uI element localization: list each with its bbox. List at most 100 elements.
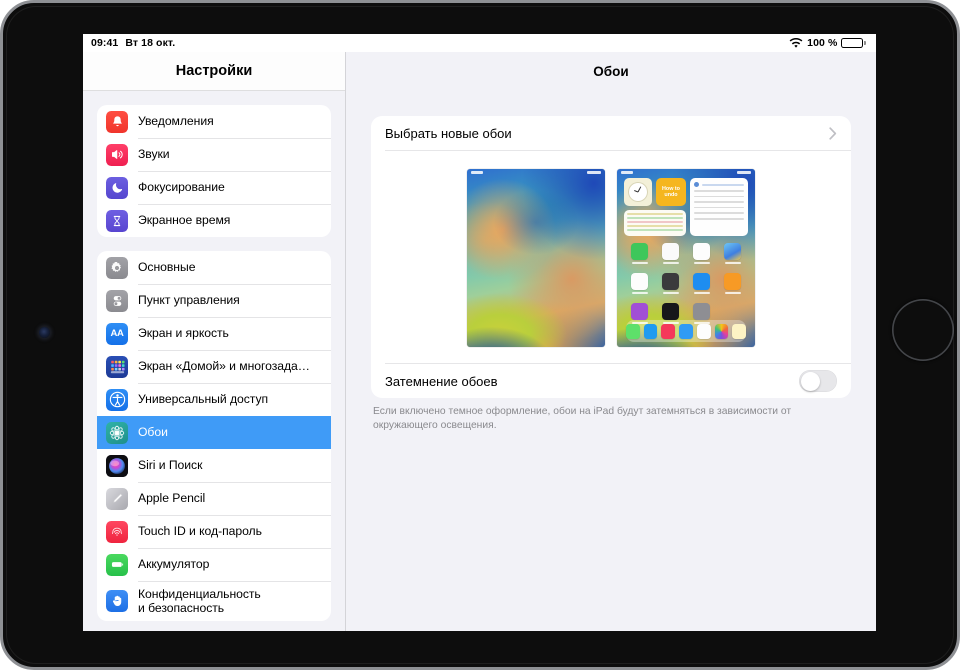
sidebar-item-label: Пункт управления [138,293,240,307]
sidebar-item-display-brightness-aa[interactable]: AA Экран и яркость [97,317,331,350]
wallpaper-detail-pane: Обои Выбрать новые обои [346,52,876,631]
dock [626,320,746,342]
battery-full-icon [841,38,866,48]
tips-widget: How to undo [656,178,686,206]
status-date: Вт 18 окт. [125,37,175,49]
files-app-icon [662,243,679,260]
accessibility-icon [106,389,128,411]
podcasts-app-icon [631,303,648,320]
sidebar-group: Уведомления Звуки Фокусирование Экранное вр… [97,105,331,237]
home-screen-mock: How to undo [617,169,755,347]
choose-new-wallpaper-label: Выбрать новые обои [385,126,512,141]
messages-app-icon [626,324,640,339]
sidebar-item-home-screen-grid[interactable]: Экран «Домой» и многозада… [97,350,331,383]
sidebar-item-notifications-bell[interactable]: Уведомления [97,105,331,138]
toggle-knob [801,372,820,391]
general-gear-icon [106,257,128,279]
sidebar-item-label: Уведомления [138,114,214,128]
screen-time-hourglass-icon [106,210,128,232]
sidebar-item-apple-pencil[interactable]: Apple Pencil [97,482,331,515]
mail-app-icon [679,324,693,339]
sidebar-item-privacy-hand[interactable]: Конфиденциальность и безопасность [97,581,331,621]
wallpaper-previews: How to undo [371,151,851,363]
notes-widget [624,210,686,236]
ipad-screen: 09:41 Вт 18 окт. 100 % [83,34,876,631]
sidebar-item-label: Звуки [138,147,170,161]
calendar-app-icon [697,324,711,339]
choose-new-wallpaper-row[interactable]: Выбрать новые обои [371,116,851,150]
sidebar-item-battery[interactable]: Аккумулятор [97,548,331,581]
battery-percent-label: 100 % [807,37,837,49]
front-camera-icon [39,327,50,338]
camera-app-icon [662,273,679,290]
home-button[interactable] [892,299,954,361]
settings-app-icon [693,303,710,320]
display-brightness-aa-icon: AA [106,323,128,345]
tips-widget-text: How to undo [658,186,684,198]
sidebar-item-screen-time-hourglass[interactable]: Экранное время [97,204,331,237]
wifi-icon [789,38,803,49]
sidebar-item-label: Основные [138,260,195,274]
lock-wallpaper-image [467,169,605,347]
dark-wallpaper-toggle[interactable] [799,370,837,392]
sidebar-item-label: Экранное время [138,213,230,227]
ipad-device-frame: 09:41 Вт 18 окт. 100 % [0,0,960,670]
split-view: Настройки Уведомления Звуки Фокусирование Э… [83,52,876,631]
maps-app-icon [724,243,741,260]
clock-widget [624,178,652,206]
sidebar-item-accessibility[interactable]: Универсальный доступ [97,383,331,416]
lock-screen-wallpaper-preview[interactable] [467,169,605,347]
sidebar-item-label: Apple Pencil [138,491,205,505]
status-time: 09:41 [91,37,118,49]
sounds-speaker-icon [106,144,128,166]
widget-row: How to undo [624,178,748,236]
sidebar-item-label: Универсальный доступ [138,392,268,406]
settings-sidebar: Настройки Уведомления Звуки Фокусирование Э… [83,52,346,631]
sidebar-item-label: Экран «Домой» и многозада… [138,359,310,373]
notes-app-icon [732,324,746,339]
sidebar-item-label: Touch ID и код-пароль [138,524,262,538]
chevron-right-icon [829,127,837,140]
battery-icon [106,554,128,576]
focus-moon-icon [106,177,128,199]
sidebar-item-control-center-toggles[interactable]: Пункт управления [97,284,331,317]
status-bar: 09:41 Вт 18 окт. 100 % [83,34,876,52]
privacy-hand-icon [106,590,128,612]
preview-status-bar [467,171,605,177]
apple-pencil-icon [106,488,128,510]
notifications-bell-icon [106,111,128,133]
home-screen-grid-icon [106,356,128,378]
sidebar-item-label: Экран и яркость [138,326,229,340]
photos-app-icon [715,324,729,339]
sidebar-groups: Уведомления Звуки Фокусирование Экранное вр… [83,105,345,621]
control-center-toggles-icon [106,290,128,312]
sidebar-item-touch-id-fingerprint[interactable]: Touch ID и код-пароль [97,515,331,548]
home-app-icon [631,273,648,290]
page-title: Обои [346,52,876,90]
dark-wallpaper-footnote: Если включено темное оформление, обои на… [373,405,849,433]
sidebar-item-wallpaper-flower[interactable]: Обои [97,416,331,449]
sidebar-item-label: Обои [138,425,168,439]
tv-app-icon [662,303,679,320]
reminders-app-icon [693,243,710,260]
app-grid [624,243,748,324]
sidebar-group: Основные Пункт управления AA Экран и яркост… [97,251,331,621]
sidebar-title: Настройки [83,52,345,91]
sidebar-item-label: Siri и Поиск [138,458,202,472]
sidebar-item-general-gear[interactable]: Основные [97,251,331,284]
wallpaper-card: Выбрать новые обои [371,116,851,398]
touch-id-fingerprint-icon [106,521,128,543]
sidebar-item-focus-moon[interactable]: Фокусирование [97,171,331,204]
facetime-app-icon [631,243,648,260]
sidebar-item-label: Фокусирование [138,180,225,194]
app-store-icon [693,273,710,290]
safari-app-icon [644,324,658,339]
dark-wallpaper-label: Затемнение обоев [385,374,498,389]
sidebar-item-siri-orb[interactable]: Siri и Поиск [97,449,331,482]
sidebar-item-label: Конфиденциальность и безопасность [138,587,261,616]
home-screen-wallpaper-preview[interactable]: How to undo [617,169,755,347]
reminders-widget [690,178,748,236]
sidebar-item-sounds-speaker[interactable]: Звуки [97,138,331,171]
dark-wallpaper-row: Затемнение обоев [371,364,851,398]
sidebar-item-label: Аккумулятор [138,557,209,571]
